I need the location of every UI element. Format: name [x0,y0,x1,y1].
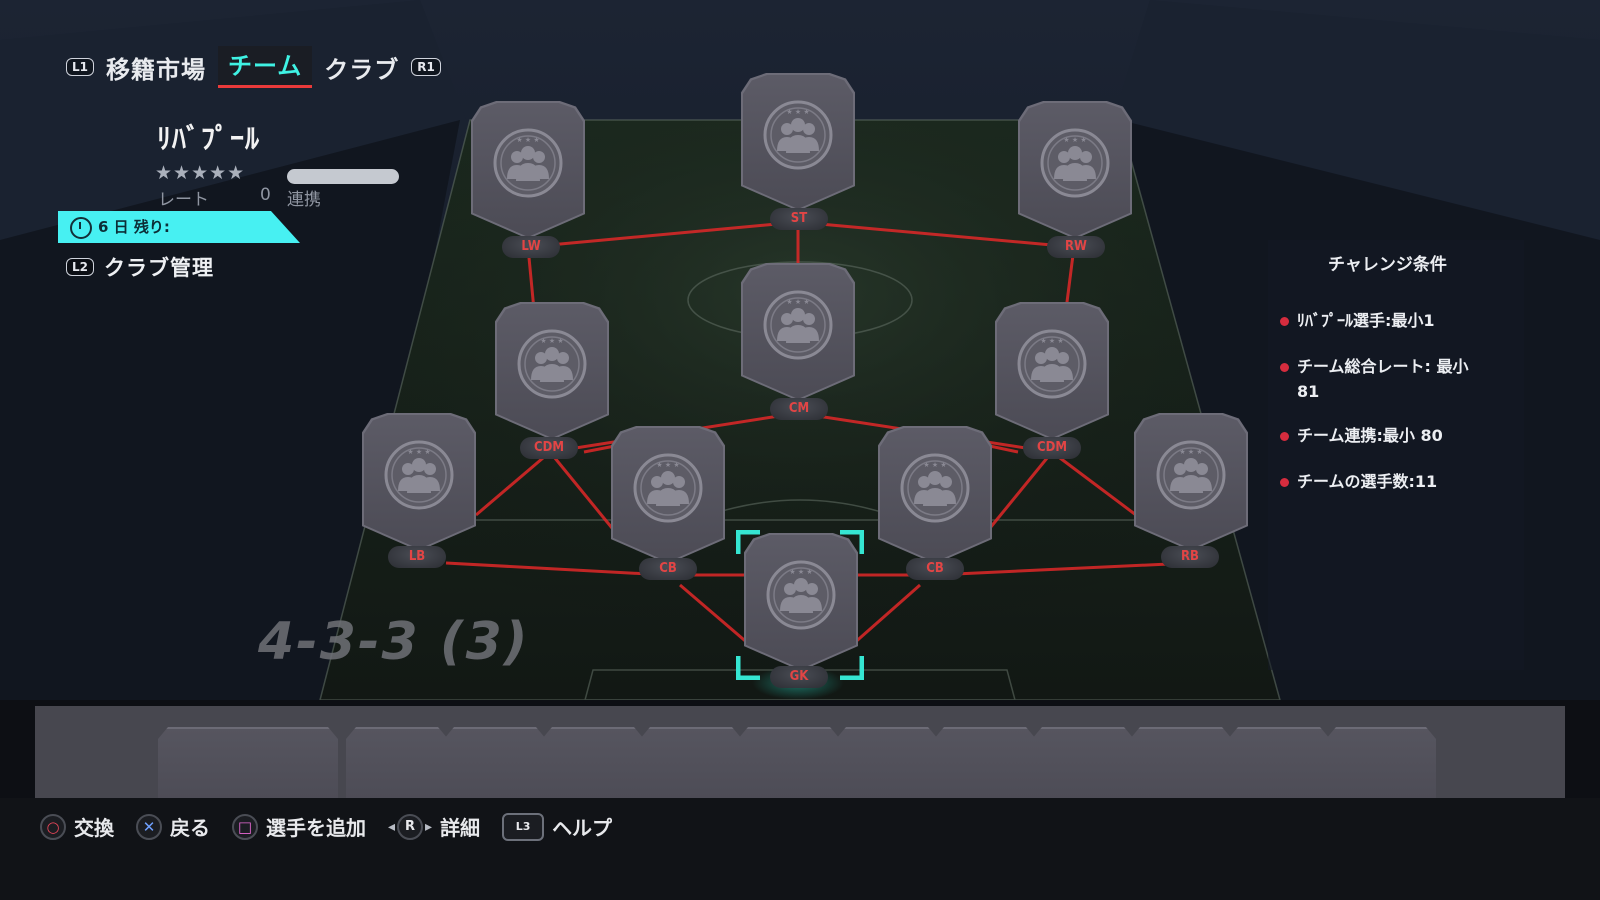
requirement-item: ﾘﾊﾞﾌﾟｰﾙ選手:最小1 [1280,308,1435,333]
svg-text:★ ★ ★: ★ ★ ★ [786,108,809,116]
player-slot-cb-l[interactable]: ★ ★ ★ [611,426,725,564]
svg-text:★ ★ ★: ★ ★ ★ [1063,136,1086,144]
svg-text:★ ★ ★: ★ ★ ★ [786,298,809,306]
position-label: CB [906,558,964,580]
empty-player-icon: ★ ★ ★ [763,100,833,170]
empty-player-icon: ★ ★ ★ [763,290,833,360]
position-label: LB [388,546,446,568]
right-arrow-icon: ▸ [425,818,433,835]
position-label: CDM [1023,437,1081,459]
bench-slot[interactable] [836,727,938,800]
left-stick-icon: L3 [502,812,545,841]
svg-text:★ ★ ★: ★ ★ ★ [407,448,430,456]
position-label: LW [502,236,560,258]
player-slot-lb[interactable]: ★ ★ ★ [362,413,476,551]
svg-text:★ ★ ★: ★ ★ ★ [516,136,539,144]
position-label: RW [1047,236,1105,258]
challenge-requirements-title: チャレンジ条件 [1328,255,1447,275]
player-slot-cb-r[interactable]: ★ ★ ★ [878,426,992,564]
bench-slot[interactable] [542,727,644,800]
requirement-item: チーム総合レート: 最小 [1280,354,1469,379]
svg-text:★ ★ ★: ★ ★ ★ [656,461,679,469]
circle-button-icon: ○ [40,813,66,840]
player-slot-cdm-l[interactable]: ★ ★ ★ [495,302,609,440]
player-slot-rw[interactable]: ★ ★ ★ [1018,101,1132,239]
bench-slot[interactable] [640,727,742,800]
bench-slot[interactable] [346,727,448,800]
player-slot-cm[interactable]: ★ ★ ★ [741,263,855,401]
requirement-item: チーム連携:最小 80 [1280,423,1443,448]
hint-swap[interactable]: ○ 交換 [40,812,114,841]
player-slot-rb[interactable]: ★ ★ ★ [1134,413,1248,551]
empty-player-icon: ★ ★ ★ [384,440,454,510]
selection-brackets [736,530,864,680]
empty-player-icon: ★ ★ ★ [633,453,703,523]
cross-button-icon: ✕ [136,813,162,840]
requirement-item-continued: 81 [1297,382,1320,401]
requirement-item: チームの選手数:11 [1280,469,1437,494]
empty-player-icon: ★ ★ ★ [900,453,970,523]
position-label: RB [1161,546,1219,568]
bench-slot[interactable] [1228,727,1330,800]
bench-slot[interactable] [738,727,840,800]
bench-slot-selected[interactable] [158,727,338,800]
button-hints: ○ 交換 ✕ 戻る □ 選手を追加 ◂ R ▸ 詳細 L3 ヘルプ [40,812,612,841]
player-slot-lw[interactable]: ★ ★ ★ [471,101,585,239]
bench-slot[interactable] [444,727,546,800]
position-label: CDM [520,437,578,459]
player-slot-cdm-r[interactable]: ★ ★ ★ [995,302,1109,440]
position-label: CM [770,398,828,420]
hint-details[interactable]: ◂ R ▸ 詳細 [388,812,480,841]
square-button-icon: □ [232,813,258,840]
bench-slot[interactable] [1130,727,1232,800]
formation-label: 4-3-3 (3) [258,612,530,672]
hint-add-player[interactable]: □ 選手を追加 [232,812,366,841]
svg-text:★ ★ ★: ★ ★ ★ [923,461,946,469]
empty-player-icon: ★ ★ ★ [1156,440,1226,510]
left-arrow-icon: ◂ [388,818,396,835]
empty-player-icon: ★ ★ ★ [517,329,587,399]
challenge-requirements-panel: チャレンジ条件 ﾘﾊﾞﾌﾟｰﾙ選手:最小1 チーム総合レート: 最小 81 チー… [1268,240,1524,670]
bullet-icon [1280,317,1289,326]
svg-text:★ ★ ★: ★ ★ ★ [1179,448,1202,456]
bullet-icon [1280,432,1289,441]
bench-slot[interactable] [1326,727,1436,800]
bench-slot[interactable] [1032,727,1134,800]
hint-help[interactable]: L3 ヘルプ [502,812,612,841]
bullet-icon [1280,478,1289,487]
player-slot-st[interactable]: ★ ★ ★ [741,73,855,211]
position-label: CB [639,558,697,580]
svg-text:★ ★ ★: ★ ★ ★ [540,337,563,345]
bullet-icon [1280,363,1289,372]
empty-player-icon: ★ ★ ★ [1017,329,1087,399]
svg-text:★ ★ ★: ★ ★ ★ [1040,337,1063,345]
position-label: ST [770,208,828,230]
empty-player-icon: ★ ★ ★ [1040,128,1110,198]
empty-player-icon: ★ ★ ★ [493,128,563,198]
right-stick-icon: R [397,813,424,840]
hint-back[interactable]: ✕ 戻る [136,812,210,841]
bench-slot[interactable] [934,727,1036,800]
